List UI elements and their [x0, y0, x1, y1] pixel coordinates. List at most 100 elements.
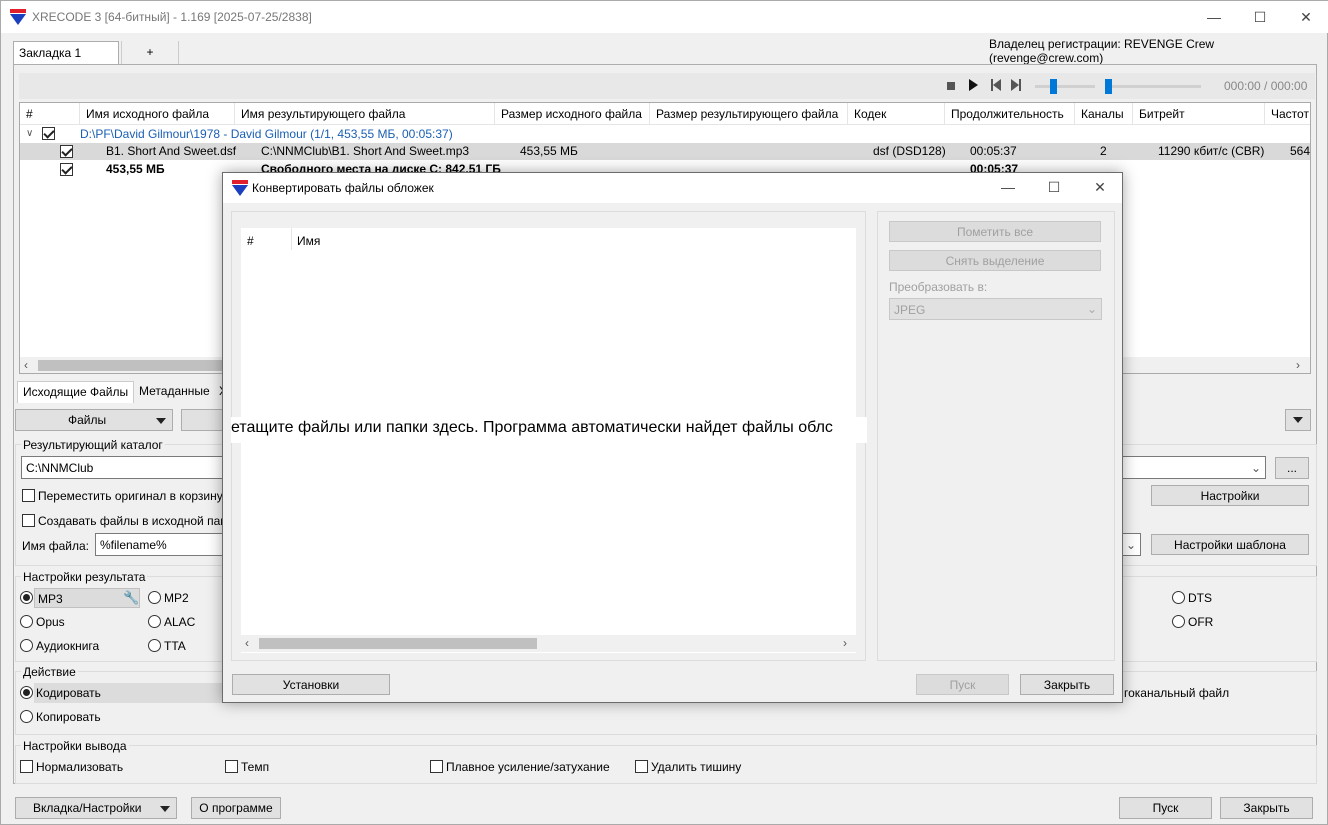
about-button[interactable]: О программе — [191, 797, 281, 819]
volume-knob[interactable] — [1050, 79, 1057, 94]
start-button[interactable]: Пуск — [1119, 797, 1212, 819]
volume-slider[interactable] — [1035, 79, 1095, 94]
template-settings-button[interactable]: Настройки шаблона — [1151, 534, 1309, 555]
row-codec: dsf (DSD128) — [873, 144, 946, 158]
col-bitrate[interactable]: Битрейт — [1133, 103, 1265, 125]
radio-ofr[interactable] — [1172, 615, 1185, 628]
mark-all-button[interactable]: Пометить все — [889, 221, 1101, 242]
row-checkbox[interactable] — [60, 145, 73, 158]
fade-label: Плавное усиление/затухание — [446, 760, 610, 774]
dialog-minimize-icon[interactable]: — — [985, 172, 1031, 202]
chevron-down-icon — [156, 418, 166, 424]
row-freq: 564 — [1290, 144, 1311, 158]
ofr-label: OFR — [1188, 615, 1214, 629]
col-num[interactable]: # — [20, 103, 80, 125]
tab-source-files[interactable]: Исходящие Файлы — [17, 381, 135, 403]
col-cover-num[interactable]: # — [247, 234, 254, 248]
minimize-icon[interactable]: — — [1191, 1, 1237, 33]
files-dropdown-button[interactable]: Файлы — [15, 409, 173, 431]
radio-encode[interactable] — [20, 686, 33, 699]
header-divider — [291, 228, 292, 250]
dialog-maximize-icon[interactable]: ☐ — [1031, 172, 1077, 202]
tab-1[interactable]: Закладка 1 — [13, 41, 119, 64]
col-freq[interactable]: Частот — [1265, 103, 1310, 125]
convert-format-select[interactable]: JPEG ⌄ — [889, 298, 1102, 320]
silence-checkbox[interactable] — [635, 760, 648, 773]
dialog-close-button[interactable]: Закрыть — [1020, 674, 1114, 695]
scroll-right-icon[interactable]: › — [843, 636, 847, 650]
radio-mp3[interactable] — [20, 591, 33, 604]
settings-button[interactable]: Настройки — [1151, 485, 1309, 506]
radio-dts[interactable] — [1172, 591, 1185, 604]
chevron-down-icon — [1293, 417, 1303, 423]
scroll-right-icon[interactable]: › — [1296, 358, 1300, 372]
stop-icon[interactable] — [947, 82, 955, 90]
normalize-checkbox[interactable] — [20, 760, 33, 773]
total-checkbox[interactable] — [60, 163, 73, 176]
chevron-down-icon: ⌄ — [1086, 302, 1097, 316]
chevron-down-icon[interactable]: ⌄ — [1126, 538, 1136, 552]
seek-slider[interactable] — [1105, 79, 1201, 94]
close-button[interactable]: Закрыть — [1220, 797, 1313, 819]
scroll-thumb[interactable] — [259, 638, 537, 649]
col-dst-size[interactable]: Размер результирующего файла — [650, 103, 848, 125]
tempo-checkbox[interactable] — [225, 760, 238, 773]
scroll-left-icon[interactable]: ‹ — [24, 358, 28, 372]
seek-knob[interactable] — [1105, 79, 1112, 94]
col-dst[interactable]: Имя результирующего файла — [235, 103, 495, 125]
radio-tta[interactable] — [148, 639, 161, 652]
mp3-format-box[interactable]: MP3 🔧 — [34, 588, 140, 608]
radio-copy[interactable] — [20, 710, 33, 723]
title-bar: XRECODE 3 [64-битный] - 1.169 [2025-07-2… — [1, 1, 1328, 33]
expand-panel-button[interactable] — [1285, 409, 1311, 431]
prev-icon[interactable] — [991, 79, 1001, 91]
settings-label: Настройки — [1200, 488, 1260, 503]
row-channels: 2 — [1100, 144, 1107, 158]
maximize-icon[interactable]: ☐ — [1237, 1, 1283, 33]
table-row[interactable]: B1. Short And Sweet.dsf C:\NNMClub\B1. S… — [20, 143, 1311, 160]
alac-label: ALAC — [164, 615, 196, 629]
radio-mp2[interactable] — [148, 591, 161, 604]
radio-audiobook[interactable] — [20, 639, 33, 652]
setup-button[interactable]: Установки — [232, 674, 390, 695]
move-original-checkbox[interactable] — [22, 489, 35, 502]
close-icon[interactable]: ✕ — [1283, 1, 1328, 33]
chevron-down-icon[interactable]: ⌄ — [1251, 461, 1261, 475]
dialog-title: Конвертировать файлы обложек — [252, 181, 434, 195]
col-codec[interactable]: Кодек — [848, 103, 945, 125]
cover-list-hscrollbar[interactable]: ‹ › — [241, 635, 856, 652]
group-collapse-icon[interactable]: ∨ — [26, 128, 33, 139]
scroll-thumb[interactable] — [38, 360, 238, 371]
play-icon[interactable] — [969, 79, 978, 91]
col-channels[interactable]: Каналы — [1075, 103, 1133, 125]
next-icon[interactable] — [1011, 79, 1021, 91]
tab-settings-button[interactable]: Вкладка/Настройки — [15, 797, 177, 819]
row-duration: 00:05:37 — [970, 144, 1017, 158]
col-cover-name[interactable]: Имя — [297, 234, 320, 248]
dialog-start-button[interactable]: Пуск — [916, 674, 1009, 695]
copy-label: Копировать — [36, 710, 101, 724]
options-group — [877, 211, 1115, 661]
scroll-left-icon[interactable]: ‹ — [245, 636, 249, 650]
col-src-size[interactable]: Размер исходного файла — [495, 103, 650, 125]
col-duration[interactable]: Продолжительность — [945, 103, 1075, 125]
chevron-down-icon — [160, 806, 170, 812]
dialog-start-label: Пуск — [949, 677, 976, 692]
total-size: 453,55 МБ — [106, 162, 165, 176]
fade-checkbox[interactable] — [430, 760, 443, 773]
group-checkbox[interactable] — [42, 127, 55, 140]
browse-label: ... — [1286, 461, 1297, 475]
add-tab-label: + — [146, 45, 154, 59]
wrench-icon[interactable]: 🔧 — [123, 590, 139, 606]
radio-alac[interactable] — [148, 615, 161, 628]
radio-opus[interactable] — [20, 615, 33, 628]
dialog-close-icon[interactable]: ✕ — [1077, 172, 1123, 202]
encode-option[interactable]: Кодировать — [34, 683, 234, 703]
add-tab-button[interactable]: + — [121, 41, 179, 64]
browse-button[interactable]: ... — [1275, 457, 1309, 479]
col-src[interactable]: Имя исходного файла — [80, 103, 235, 125]
unmark-button[interactable]: Снять выделение — [889, 250, 1101, 271]
tab-metadata[interactable]: Метаданные — [134, 381, 215, 403]
create-in-source-checkbox[interactable] — [22, 514, 35, 527]
time-display: 000:00 / 000:00 — [1224, 79, 1308, 93]
